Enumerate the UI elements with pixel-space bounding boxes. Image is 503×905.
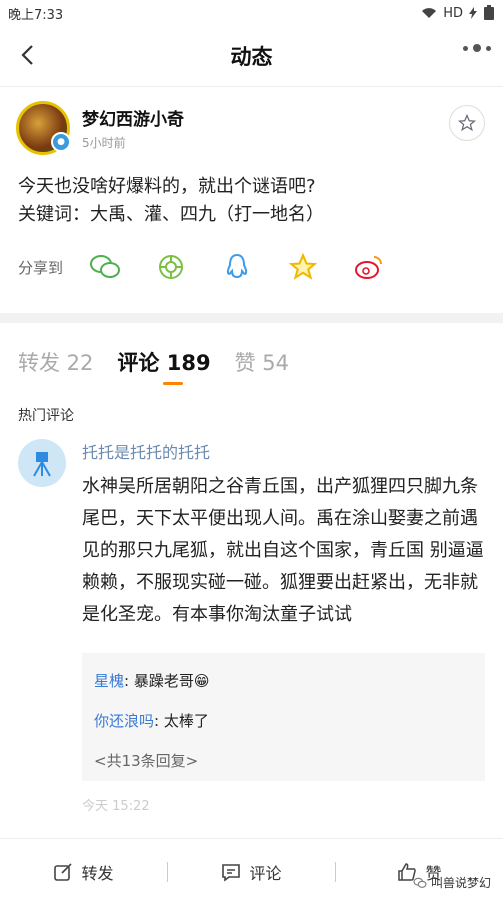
watermark-text: 叫兽说梦幻: [430, 876, 491, 890]
comment-label: 评论: [249, 864, 282, 883]
repost-label: 转发: [81, 864, 114, 883]
qq-icon[interactable]: [217, 247, 257, 287]
post-line: 今天也没啥好爆料的，就出个谜语吧?: [18, 176, 316, 197]
network-label: HD: [443, 5, 463, 21]
author-info: 梦幻西游小奇 5小时前: [82, 105, 184, 155]
verified-badge-icon: ●: [51, 132, 71, 152]
status-icons: HD: [421, 5, 495, 21]
status-bar: 晚上7:33 HD: [0, 0, 503, 26]
star-icon: [458, 114, 476, 132]
comment-icon: [222, 864, 241, 882]
commenter-name[interactable]: 托托是托托的托托: [82, 439, 485, 463]
comment-item: 托托是托托的托托 水神吴所居朝阳之谷青丘国，出产狐狸四只脚九条尾巴，天下太平便出…: [0, 425, 503, 811]
author-avatar[interactable]: ●: [16, 101, 71, 155]
repost-icon: [54, 863, 73, 881]
moments-icon[interactable]: [151, 247, 191, 287]
post-line: 关键词：大禹、灌、四九（打一地名）: [18, 204, 324, 225]
comment-text: 水神吴所居朝阳之谷青丘国，出产狐狸四只脚九条尾巴，天下太平便出现人间。禹在涂山娶…: [82, 476, 484, 625]
comment-body: 托托是托托的托托 水神吴所居朝阳之谷青丘国，出产狐狸四只脚九条尾巴，天下太平便出…: [82, 439, 485, 811]
post-time: 5小时前: [82, 136, 126, 150]
tripod-avatar-icon: [33, 452, 51, 477]
header: 动态: [0, 26, 503, 87]
watermark: 叫兽说梦幻: [413, 874, 491, 891]
reply-author[interactable]: 你还浪吗: [94, 712, 154, 730]
post-content: 今天也没啥好爆料的，就出个谜语吧? 关键词：大禹、灌、四九（打一地名）: [0, 155, 503, 229]
back-arrow-icon: [21, 45, 33, 65]
more-dot-icon: [473, 44, 481, 52]
tab-comments[interactable]: 评论 189: [117, 347, 211, 385]
more-replies-link[interactable]: <共13条回复>: [94, 751, 473, 771]
more-dot-icon: [486, 45, 491, 51]
reply-author[interactable]: 星槐: [94, 672, 124, 690]
section-divider: [0, 313, 503, 323]
wechat-icon[interactable]: [85, 247, 125, 287]
author-name[interactable]: 梦幻西游小奇: [82, 105, 184, 130]
commenter-avatar[interactable]: [18, 439, 66, 487]
share-label: 分享到: [18, 258, 64, 277]
bottom-toolbar: 转发 评论 赞: [0, 838, 503, 905]
wechat-logo-icon: [413, 877, 427, 888]
reply-text: 太棒了: [163, 712, 209, 730]
wifi-icon: [422, 8, 437, 18]
weibo-icon[interactable]: [349, 247, 389, 287]
back-button[interactable]: [12, 40, 42, 70]
reply-item: 你还浪吗: 太棒了: [94, 712, 209, 730]
comment-button[interactable]: 评论: [168, 860, 335, 884]
more-button[interactable]: [463, 44, 491, 52]
page-title: 动态: [230, 45, 273, 69]
reply-text: 暴躁老哥😁: [133, 672, 210, 690]
charging-icon: [469, 7, 477, 19]
reply-item: 星槐: 暴躁老哥😁: [94, 672, 210, 690]
repost-button[interactable]: 转发: [0, 860, 167, 884]
more-dot-icon: [463, 45, 468, 51]
hot-comments-label: 热门评论: [18, 408, 74, 424]
status-time: 晚上7:33: [8, 7, 64, 23]
comment-time: 今天 15:22: [82, 799, 150, 811]
tab-bar: 转发 22 评论 189 赞 54: [0, 323, 503, 385]
author-block: ● 梦幻西游小奇 5小时前: [0, 87, 503, 155]
tab-repost[interactable]: 转发 22: [18, 347, 93, 377]
qzone-icon[interactable]: [283, 247, 323, 287]
reply-box[interactable]: 星槐: 暴躁老哥😁 你还浪吗: 太棒了 <共13条回复>: [82, 653, 485, 781]
favorite-button[interactable]: [449, 105, 485, 141]
battery-icon: [484, 5, 494, 20]
tab-likes[interactable]: 赞 54: [235, 347, 289, 377]
share-bar: 分享到: [0, 229, 503, 287]
